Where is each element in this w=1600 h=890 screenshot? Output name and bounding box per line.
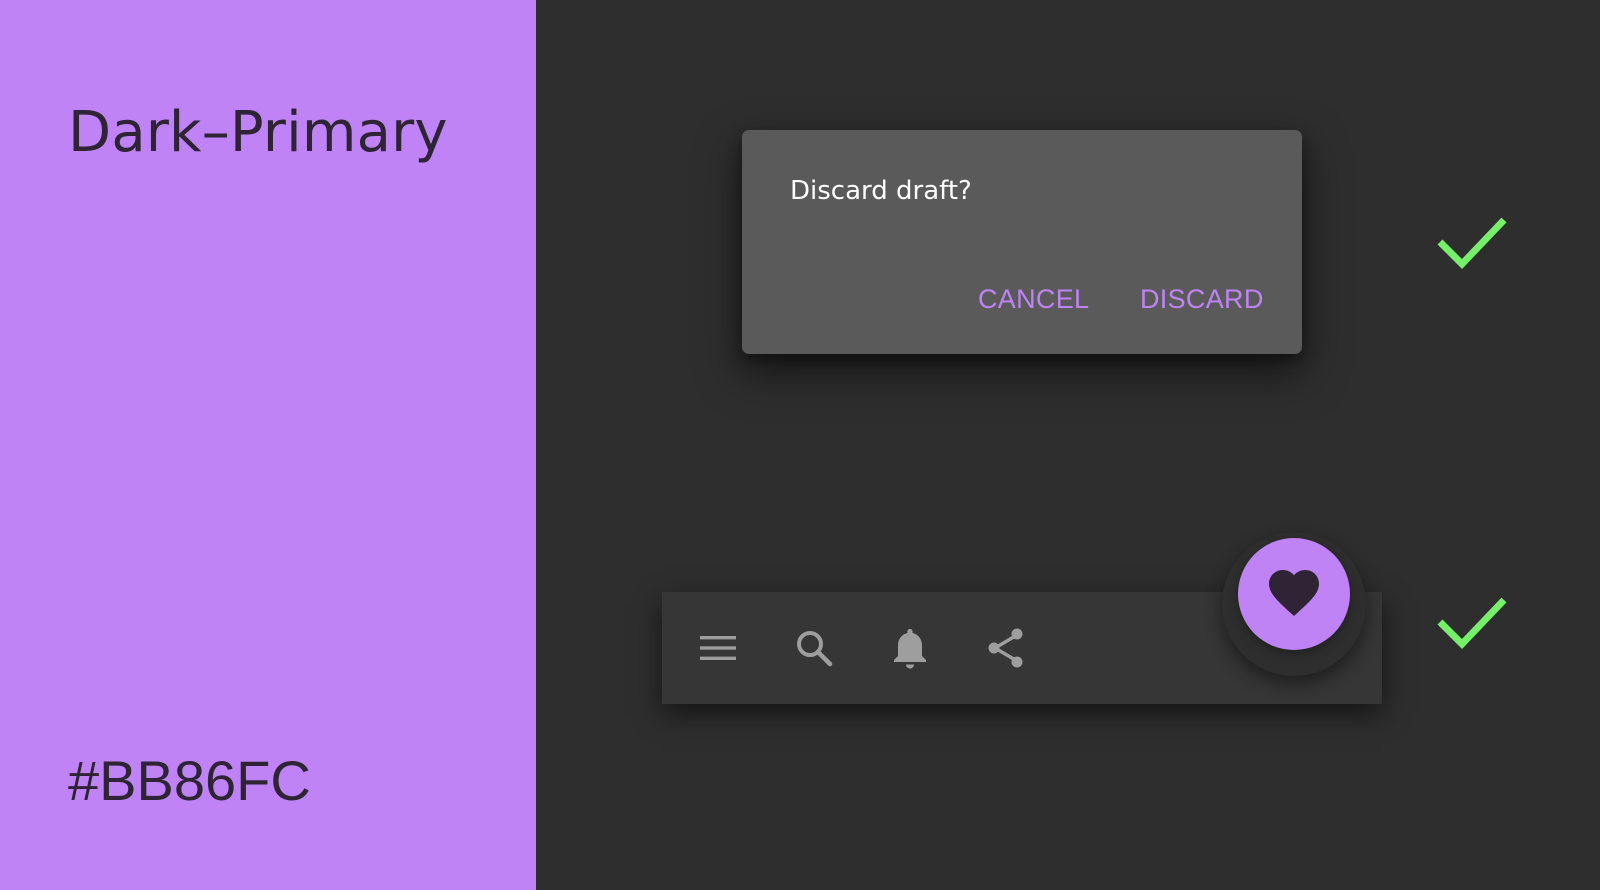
favorite-fab[interactable] (1238, 538, 1350, 650)
menu-icon[interactable] (688, 618, 748, 678)
share-icon[interactable] (976, 618, 1036, 678)
dialog-title: Discard draft? (790, 176, 972, 206)
color-swatch-panel: Dark–Primary #BB86FC (0, 0, 536, 890)
cancel-button[interactable]: CANCEL (978, 284, 1089, 315)
search-icon[interactable] (784, 618, 844, 678)
check-icon (1437, 597, 1507, 650)
check-icon (1437, 217, 1507, 270)
bell-icon[interactable] (880, 618, 940, 678)
swatch-title: Dark–Primary (68, 100, 448, 165)
swatch-hex-code: #BB86FC (68, 749, 311, 812)
heart-icon (1269, 570, 1319, 616)
discard-dialog: Discard draft? CANCEL DISCARD (742, 130, 1302, 354)
discard-button[interactable]: DISCARD (1140, 284, 1264, 315)
